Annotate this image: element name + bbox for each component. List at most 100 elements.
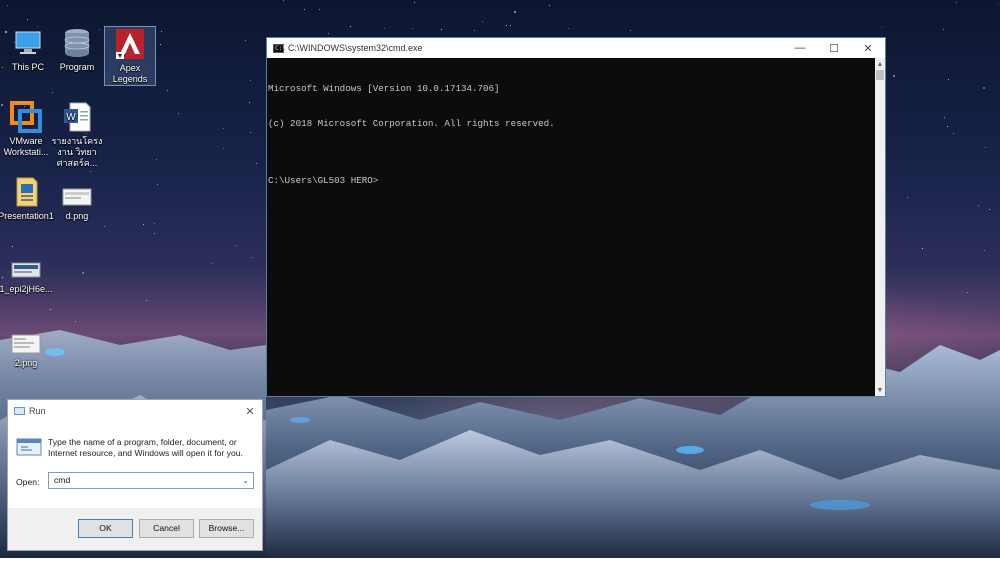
cmd-titlebar[interactable]: C:\ C:\WINDOWS\system32\cmd.exe — ☐ ✕	[267, 38, 885, 58]
image-file-icon	[9, 258, 43, 282]
star	[161, 31, 162, 32]
close-button[interactable]: ✕	[851, 38, 885, 58]
run-description: Type the name of a program, folder, docu…	[48, 437, 243, 458]
console-line: Microsoft Windows [Version 10.0.17134.70…	[268, 83, 500, 94]
desktop-icon-this-pc[interactable]: This PC	[2, 26, 54, 73]
star	[983, 87, 985, 89]
desktop-icon-image-1[interactable]: 1_epi2jH6e...	[0, 258, 53, 295]
star	[143, 224, 144, 225]
run-program-icon	[16, 438, 42, 456]
minimize-button[interactable]: —	[783, 38, 817, 58]
ok-button[interactable]: OK	[78, 519, 133, 538]
star	[350, 26, 351, 27]
star	[256, 163, 257, 164]
open-combobox[interactable]: cmd ⌄	[48, 472, 254, 489]
star	[178, 113, 179, 114]
star	[27, 19, 28, 20]
cmd-app-icon: C:\	[273, 43, 286, 53]
star	[956, 2, 957, 3]
star	[412, 28, 413, 29]
desktop-icon-label: Presentation1	[0, 211, 54, 221]
run-dialog-title: Run	[29, 406, 46, 416]
desktop-icon-apex-legends[interactable]: Apex Legends	[104, 26, 156, 86]
desktop-icon-label: 2.png	[14, 358, 38, 368]
star	[978, 205, 979, 206]
star	[304, 9, 305, 10]
cmd-scrollbar[interactable]: ▲ ▼	[875, 58, 885, 396]
star	[157, 184, 158, 185]
star	[984, 250, 985, 251]
open-input-value[interactable]: cmd	[54, 475, 70, 485]
desktop-icon-vmware[interactable]: VMware Workstati...	[0, 100, 52, 158]
maximize-button[interactable]: ☐	[817, 38, 851, 58]
cmd-window-title: C:\WINDOWS\system32\cmd.exe	[288, 43, 423, 53]
star	[441, 29, 442, 30]
run-dialog-body: Type the name of a program, folder, docu…	[8, 422, 262, 508]
scroll-down-icon[interactable]: ▼	[875, 384, 885, 396]
star	[245, 40, 246, 41]
star	[514, 11, 516, 13]
desktop-icon-word-document[interactable]: W รายงานโครงงาน วิทยาศาสตร์ค...	[49, 100, 105, 169]
desktop-icon-label: 1_epi2jH6e...	[0, 284, 53, 294]
star	[82, 272, 84, 274]
star	[384, 28, 385, 29]
apex-legends-icon	[113, 27, 147, 61]
chevron-down-icon[interactable]: ⌄	[242, 473, 249, 488]
star	[52, 92, 53, 93]
star	[482, 21, 483, 22]
browse-button[interactable]: Browse...	[199, 519, 254, 538]
star	[50, 309, 51, 310]
console-prompt: C:\Users\GL503 HERO>	[268, 175, 379, 186]
star	[167, 90, 168, 91]
star	[568, 28, 569, 29]
star	[948, 79, 949, 80]
star	[7, 5, 8, 6]
bottom-edge	[0, 558, 1000, 562]
star	[283, 0, 284, 1]
star	[506, 25, 507, 26]
run-app-icon	[14, 407, 25, 415]
desktop-icon-program[interactable]: Program	[51, 26, 103, 73]
star	[630, 30, 631, 31]
star	[967, 292, 968, 293]
star	[414, 2, 415, 3]
star	[985, 147, 986, 148]
powerpoint-icon	[9, 175, 43, 209]
cancel-button[interactable]: Cancel	[139, 519, 194, 538]
star	[223, 128, 224, 129]
run-dialog[interactable]: Run ✕ Type the name of a program, folder…	[7, 399, 263, 551]
star	[893, 75, 895, 77]
run-titlebar[interactable]: Run ✕	[8, 400, 262, 422]
star	[154, 233, 155, 234]
star	[944, 117, 945, 118]
vmware-icon	[9, 100, 43, 134]
star	[223, 148, 224, 149]
star	[75, 321, 76, 322]
image-file-icon	[9, 332, 43, 356]
desktop-icon-d-png[interactable]: d.png	[51, 185, 103, 222]
star	[953, 133, 954, 134]
desktop-icon-label: Program	[59, 62, 95, 72]
cmd-window[interactable]: C:\ C:\WINDOWS\system32\cmd.exe — ☐ ✕ Mi…	[266, 37, 886, 397]
star	[212, 263, 213, 264]
star	[881, 27, 882, 28]
desktop-icon-label: d.png	[65, 211, 89, 221]
close-icon[interactable]: ✕	[238, 405, 262, 418]
computer-icon	[11, 26, 45, 60]
desktop-icon-2-png[interactable]: 2.png	[0, 332, 52, 369]
star	[160, 44, 161, 45]
star	[104, 226, 105, 227]
star	[146, 300, 147, 301]
star	[998, 4, 999, 5]
scroll-up-icon[interactable]: ▲	[875, 58, 885, 70]
scrollbar-thumb[interactable]	[876, 70, 884, 80]
console-line: (c) 2018 Microsoft Corporation. All righ…	[268, 117, 555, 129]
star	[250, 80, 251, 81]
database-icon	[60, 26, 94, 60]
star	[943, 29, 944, 30]
star	[328, 33, 329, 34]
cmd-console-output[interactable]: Microsoft Windows [Version 10.0.17134.70…	[267, 58, 875, 396]
desktop-icon-presentation[interactable]: Presentation1	[0, 175, 54, 222]
desktop-background: This PC Program Apex Legends VMware Work…	[0, 0, 1000, 558]
star	[90, 171, 91, 172]
